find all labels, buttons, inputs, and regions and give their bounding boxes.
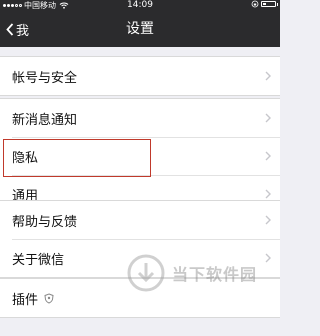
watermark: 当下软件园 <box>126 248 276 298</box>
row-label: 插件 <box>12 292 39 308</box>
settings-group-general: 新消息通知 隐私 通用 <box>0 98 280 214</box>
settings-group-account: 帐号与安全 <box>0 56 280 96</box>
chevron-right-icon <box>265 215 271 225</box>
status-bar: 中国移动 14:09 <box>0 0 280 11</box>
status-time: 14:09 <box>127 0 153 10</box>
help-feedback-row[interactable]: 帮助与反馈 <box>0 201 280 239</box>
row-label: 新消息通知 <box>12 112 78 128</box>
rotation-lock-icon <box>251 0 259 8</box>
chevron-right-icon <box>265 151 271 161</box>
battery-level <box>263 3 266 5</box>
download-logo-icon <box>127 254 165 292</box>
privacy-row[interactable]: 隐私 <box>0 137 280 175</box>
shield-icon <box>44 292 54 304</box>
watermark-text: 当下软件园 <box>172 265 258 284</box>
chevron-right-icon <box>265 113 271 123</box>
chevron-right-icon <box>265 71 271 81</box>
row-label: 帐号与安全 <box>12 70 78 86</box>
row-label: 关于微信 <box>12 252 65 268</box>
new-message-notification-row[interactable]: 新消息通知 <box>0 99 280 137</box>
account-security-row[interactable]: 帐号与安全 <box>0 57 280 95</box>
row-label: 帮助与反馈 <box>12 214 78 230</box>
status-right <box>251 0 278 8</box>
row-label: 隐私 <box>12 150 39 166</box>
chevron-right-icon <box>265 189 271 199</box>
navigation-bar: 我 设置 <box>0 11 280 47</box>
page-title: 设置 <box>126 21 154 37</box>
battery-icon <box>261 1 278 7</box>
